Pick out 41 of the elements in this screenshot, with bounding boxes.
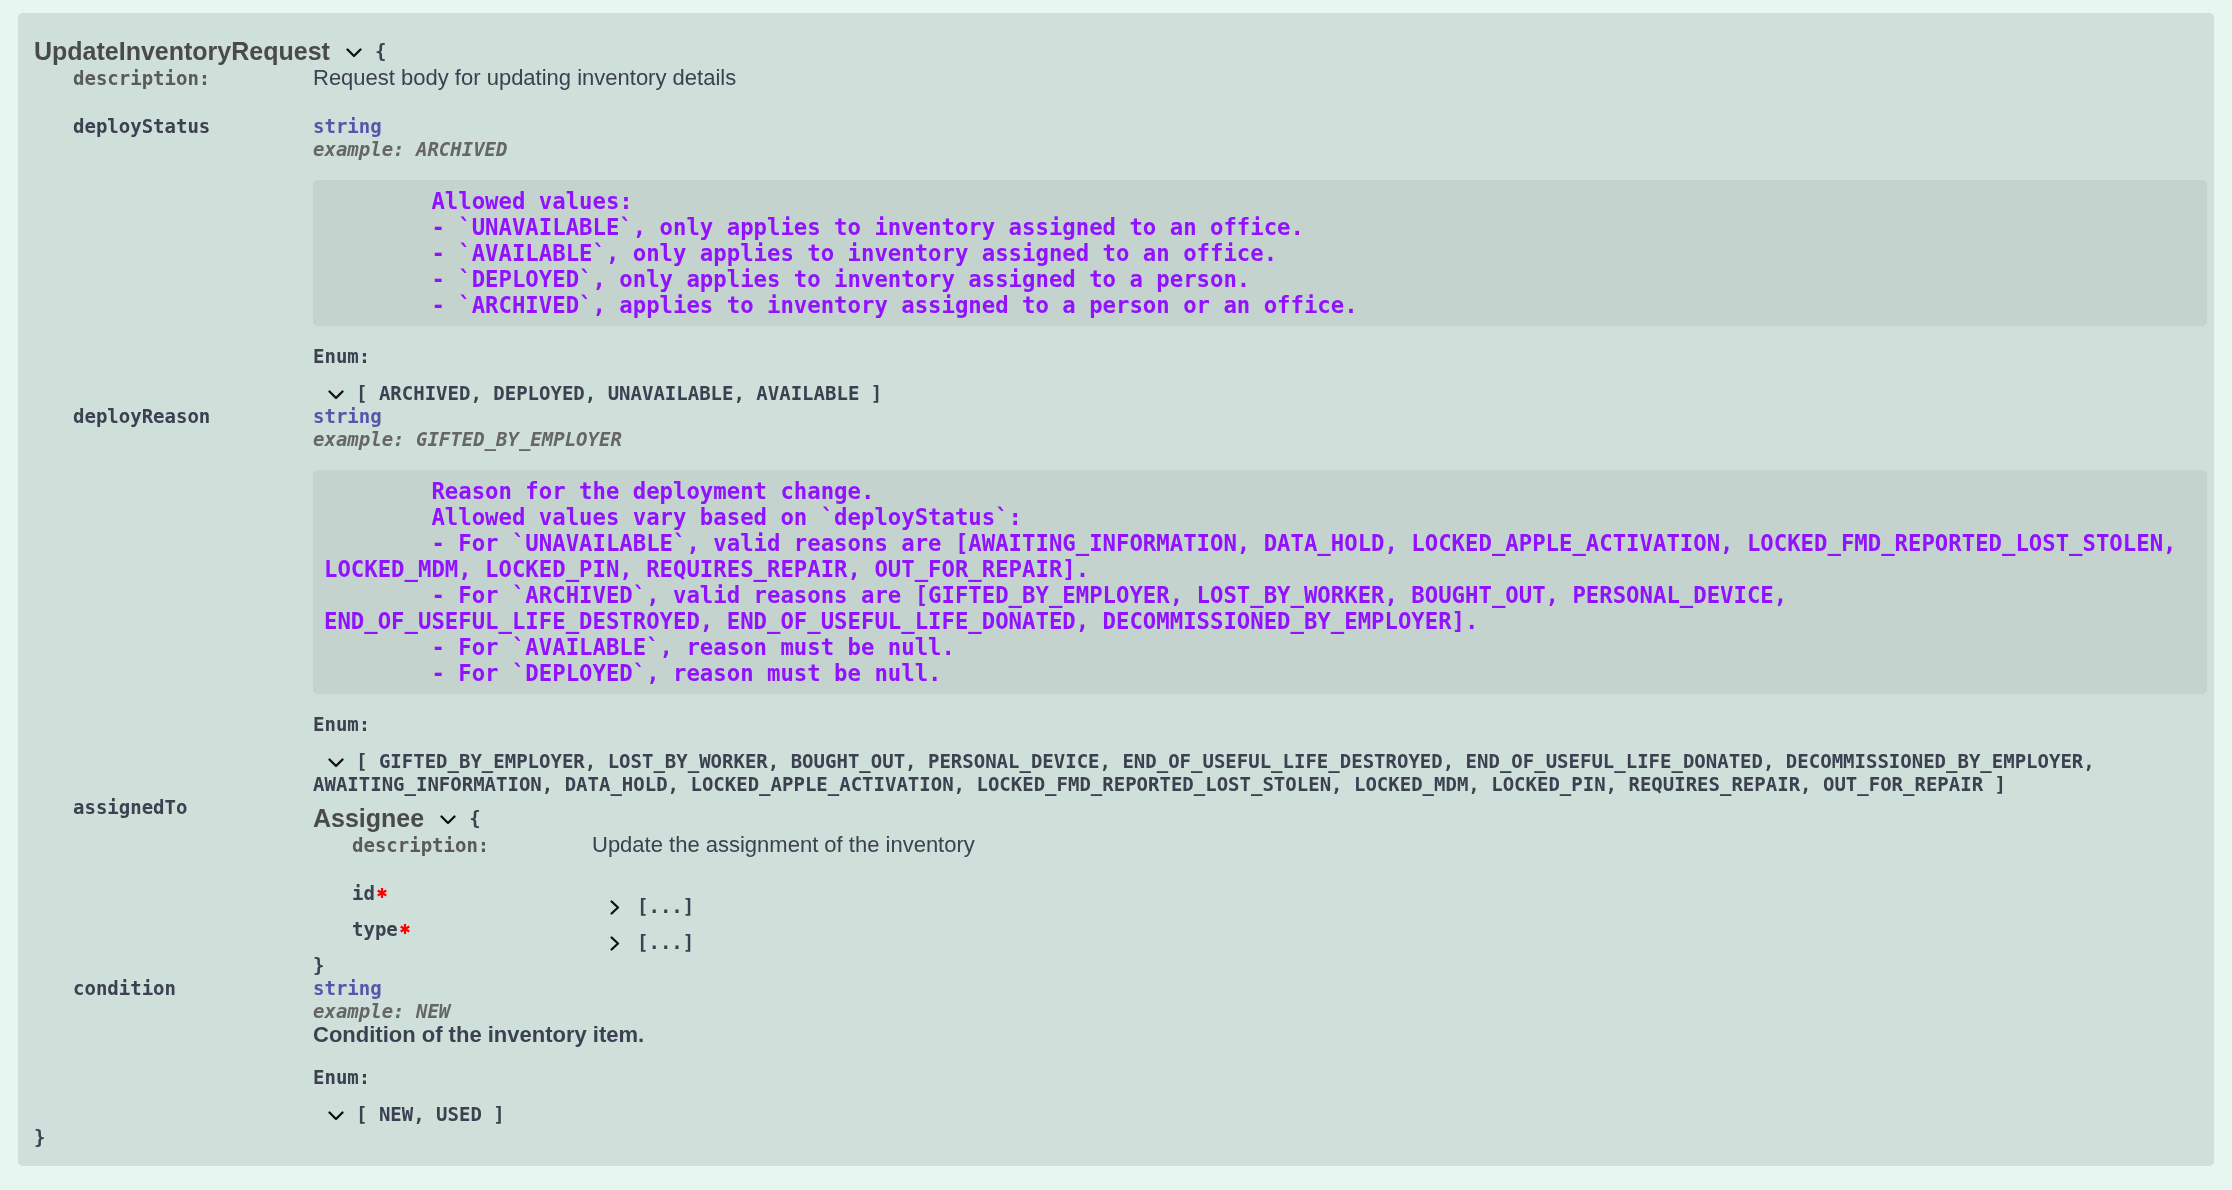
property-name: condition <box>73 977 176 999</box>
collapsed-value[interactable]: [...] <box>637 895 695 917</box>
enum-label: Enum: <box>313 1066 371 1088</box>
description-text: Request body for updating inventory details <box>313 65 737 90</box>
type-label: string <box>313 977 382 999</box>
enum-values: [ NEW, USED ] <box>356 1103 505 1125</box>
code-block: Reason for the deployment change. Allowed values vary based on `deployStatus`: - For `UNAVAILABLE`, valid reasons are [AWAITING_INFORMATION, DATA_HOLD, LOCKED_APPLE_ACTIVATION, LOCKED_FMD_REPORTED_LOST_STOLEN, LOCKED_MDM, LOCKED_PIN, REQUIRES_REPAIR, OUT_FOR_REPAIR]. - For `ARCHIVED`, valid reasons are [GIFTED_BY_EMPLOYER, LOST_BY_WORKER, BOUGHT_OUT, PERSONAL_DEVICE, END_OF_USEFUL_LIFE_DESTROYED, END_OF_USEFUL_LIFE_DONATED, DECOMMISSIONED_BY_EMPLOYER]. - For `AVAILABLE`, reason must be null. - For `DEPLOYED`, reason must be null. <box>313 470 2207 694</box>
collapsed-value[interactable]: [...] <box>637 931 695 953</box>
chevron-right-icon[interactable] <box>610 936 620 951</box>
model-title: UpdateInventoryRequest <box>34 36 330 66</box>
property-name: deployStatus <box>73 115 211 137</box>
property-name: assignedTo <box>73 796 188 818</box>
chevron-down-icon[interactable] <box>328 757 344 768</box>
chevron-down-icon[interactable] <box>345 48 362 58</box>
brace: } <box>313 954 325 976</box>
enum-values: AWAITING_INFORMATION, DATA_HOLD, LOCKED_APPLE_ACTIVATION, LOCKED_FMD_REPORTED_LOST_STOLEN, LOCKED_MDM, LOCKED_PIN, REQUIRES_REPAIR, OUT_FOR_REPAIR ] <box>313 773 2006 795</box>
enum-label: Enum: <box>313 713 371 735</box>
property-name: deployReason <box>73 405 211 427</box>
model-title: Assignee <box>313 803 425 833</box>
chevron-down-icon[interactable] <box>328 389 344 400</box>
type-label: string <box>313 405 382 427</box>
example-text: example: NEW <box>313 1000 451 1022</box>
description-label: description: <box>352 834 490 856</box>
chevron-down-icon[interactable] <box>328 1110 344 1121</box>
property-name: type <box>352 918 398 940</box>
enum-label: Enum: <box>313 345 371 367</box>
chevron-down-icon[interactable] <box>440 815 457 825</box>
enum-values: [ GIFTED_BY_EMPLOYER, LOST_BY_WORKER, BOUGHT_OUT, PERSONAL_DEVICE, END_OF_USEFUL_LIFE_DESTROYED, END_OF_USEFUL_LIFE_DONATED, DECOMMISSIONED_BY_EMPLOYER, <box>356 750 2095 772</box>
description-text: Update the assignment of the inventory <box>592 832 975 857</box>
chevron-right-icon[interactable] <box>610 900 620 915</box>
brace: } <box>34 1126 46 1148</box>
property-name: id <box>352 882 375 904</box>
example-text: example: ARCHIVED <box>313 138 508 160</box>
brace: { <box>374 39 387 63</box>
example-text: example: GIFTED_BY_EMPLOYER <box>313 428 622 450</box>
type-label: string <box>313 115 382 137</box>
brace: { <box>469 806 481 830</box>
description-label: description: <box>73 67 211 89</box>
description-text: Condition of the inventory item. <box>313 1022 645 1047</box>
code-block: Allowed values: - `UNAVAILABLE`, only applies to inventory assigned to an office. - `AVAILABLE`, only applies to inventory assigned to an office. - `DEPLOYED`, only applies to inventory assigned to a person. - `ARCHIVED`, applies to inventory assigned to a person or an office. <box>313 180 2207 326</box>
enum-values: [ ARCHIVED, DEPLOYED, UNAVAILABLE, AVAILABLE ] <box>356 382 883 404</box>
